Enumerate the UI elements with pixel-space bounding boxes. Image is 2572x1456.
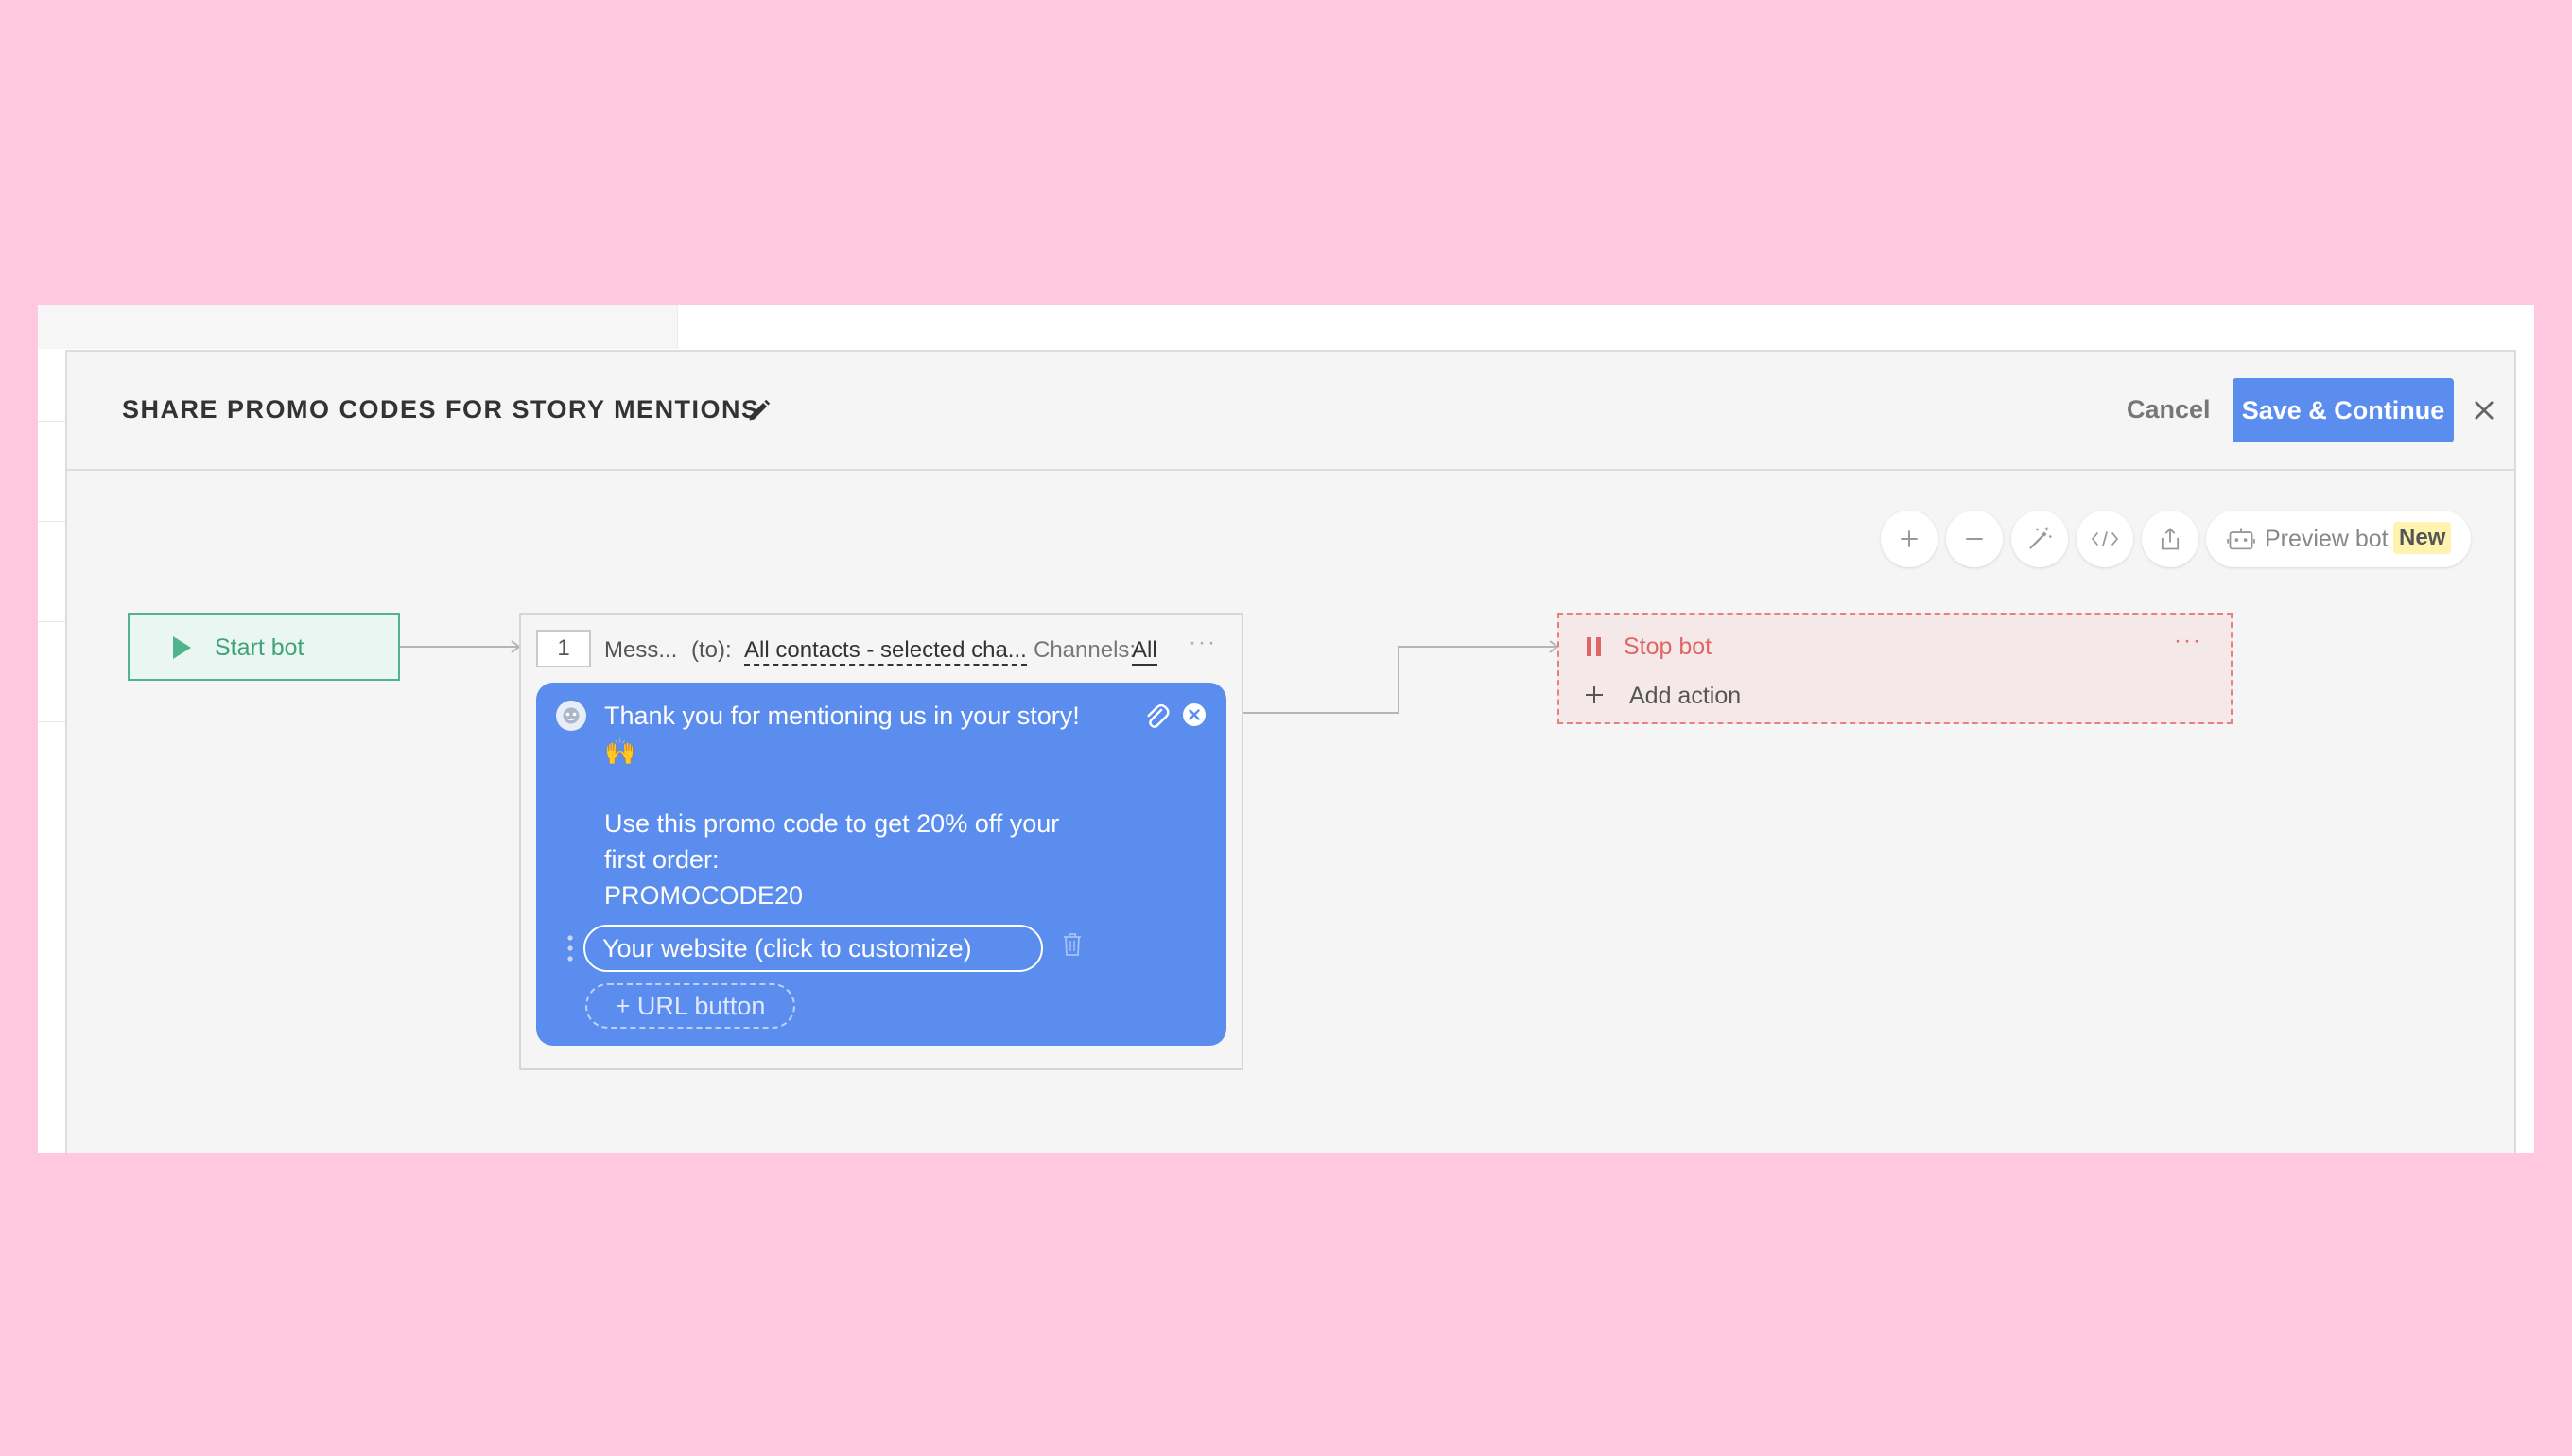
message-line: first order: xyxy=(604,845,720,874)
zoom-in-button[interactable] xyxy=(1881,511,1938,567)
zoom-out-button[interactable] xyxy=(1946,511,2003,567)
stop-bot-node[interactable]: Stop bot ··· Add action xyxy=(1557,613,2233,724)
flow-connectors xyxy=(400,640,1559,714)
start-bot-label: Start bot xyxy=(215,634,304,661)
code-view-button[interactable] xyxy=(2077,511,2133,567)
add-url-button[interactable]: + URL button xyxy=(585,983,795,1029)
drag-handle-icon[interactable] xyxy=(566,934,574,962)
remove-message-icon[interactable] xyxy=(1181,702,1208,728)
node-type-label: Mess... xyxy=(604,637,678,663)
channels-label: Channels: xyxy=(1034,637,1137,663)
plus-icon xyxy=(1901,530,1918,547)
more-options-icon[interactable]: ··· xyxy=(2174,628,2202,654)
plus-icon xyxy=(1586,686,1603,703)
minus-icon xyxy=(1966,538,1983,540)
channels-selector[interactable]: All xyxy=(1132,637,1157,666)
add-action-label: Add action xyxy=(1629,683,1742,709)
more-options-icon[interactable]: ··· xyxy=(1189,630,1217,656)
modal-header: SHARE PROMO CODES FOR STORY MENTIONS Can… xyxy=(67,352,2514,471)
page-title: SHARE PROMO CODES FOR STORY MENTIONS xyxy=(122,395,760,424)
page-background-lower xyxy=(0,1153,2572,1456)
recipient-label: (to): xyxy=(691,637,732,663)
url-button[interactable]: Your website (click to customize) xyxy=(583,925,1043,972)
message-node[interactable]: 1 Mess... (to): All contacts - selected … xyxy=(519,613,1243,1070)
message-bubble[interactable]: Thank you for mentioning us in your stor… xyxy=(536,683,1226,1046)
audience-selector[interactable]: All contacts - selected cha... xyxy=(744,637,1027,666)
message-line: Thank you for mentioning us in your stor… xyxy=(604,702,1080,730)
new-badge: New xyxy=(2393,522,2452,554)
code-icon xyxy=(2091,531,2119,546)
close-icon[interactable] xyxy=(2471,397,2497,424)
save-continue-button[interactable]: Save & Continue xyxy=(2233,378,2454,442)
cancel-button[interactable]: Cancel xyxy=(2127,395,2211,425)
message-line: PROMOCODE20 xyxy=(604,881,804,910)
trash-icon[interactable] xyxy=(1062,932,1083,957)
paperclip-icon[interactable] xyxy=(1141,700,1170,732)
message-line xyxy=(604,770,1096,806)
message-text[interactable]: Thank you for mentioning us in your stor… xyxy=(604,698,1096,913)
message-line: Use this promo code to get 20% off your xyxy=(604,809,1060,838)
export-icon xyxy=(2161,528,2180,550)
bot-icon xyxy=(2227,528,2255,550)
message-line: 🙌 xyxy=(604,737,636,766)
background-tab-strip xyxy=(38,305,678,349)
pause-icon xyxy=(1587,637,1601,656)
pencil-icon[interactable] xyxy=(746,397,773,424)
magic-wand-icon xyxy=(2029,527,2052,549)
bot-avatar-icon xyxy=(556,701,586,731)
preview-bot-button[interactable]: Preview bot New xyxy=(2206,511,2471,567)
auto-arrange-button[interactable] xyxy=(2011,511,2068,567)
background-divider xyxy=(38,721,66,722)
preview-bot-label: Preview bot xyxy=(2265,526,2389,552)
step-number: 1 xyxy=(536,630,591,667)
stop-bot-label: Stop bot xyxy=(1624,633,1712,660)
flow-canvas[interactable]: Preview bot New Start bot 1 Mess... (to)… xyxy=(67,469,2514,1180)
start-bot-node[interactable]: Start bot xyxy=(128,613,400,681)
background-divider xyxy=(38,621,66,622)
background-divider xyxy=(38,421,66,422)
export-button[interactable] xyxy=(2142,511,2198,567)
bot-editor-modal: SHARE PROMO CODES FOR STORY MENTIONS Can… xyxy=(65,350,2516,1182)
background-divider xyxy=(38,521,66,522)
play-icon xyxy=(173,636,191,659)
